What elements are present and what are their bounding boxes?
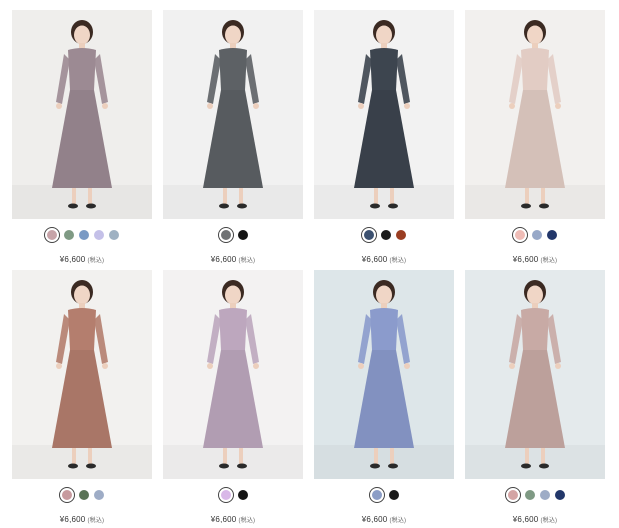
color-swatch[interactable] [554, 490, 565, 500]
color-swatch[interactable] [237, 230, 248, 240]
color-swatches [314, 488, 454, 502]
product-price: ¥6,600 (税込) [12, 515, 152, 524]
color-swatch[interactable] [547, 230, 557, 240]
color-swatch[interactable] [79, 230, 89, 240]
product-image[interactable] [465, 270, 605, 479]
price-amount: ¥6,600 [361, 255, 388, 264]
product-price: ¥6,600 (税込) [12, 255, 152, 264]
product-price: ¥6,600 (税込) [163, 255, 303, 264]
color-swatches [12, 488, 152, 502]
color-swatches [163, 228, 303, 242]
product-image[interactable] [163, 270, 303, 479]
product-image[interactable] [163, 10, 303, 219]
model-photo [12, 10, 152, 219]
price-amount: ¥6,600 [361, 515, 388, 524]
tax-note: (税込) [238, 258, 256, 264]
color-swatch[interactable] [513, 228, 527, 242]
color-swatch[interactable] [109, 230, 119, 240]
model-photo [465, 10, 605, 219]
product-price: ¥6,600 (税込) [465, 515, 605, 524]
product-image[interactable] [314, 270, 454, 479]
price-amount: ¥6,600 [59, 255, 86, 264]
color-swatch[interactable] [237, 490, 248, 500]
color-swatches [465, 488, 605, 502]
price-amount: ¥6,600 [512, 255, 539, 264]
product-grid: ¥6,600 (税込) ¥6,600 (税込) ¥6,600 (税込) ¥6,600 (税込)… [0, 0, 619, 528]
product-image[interactable] [12, 270, 152, 479]
product-image[interactable] [465, 10, 605, 219]
model-photo [163, 270, 303, 479]
color-swatch[interactable] [94, 490, 104, 500]
tax-note: (税込) [87, 258, 105, 264]
color-swatch[interactable] [64, 230, 74, 240]
color-swatch[interactable] [45, 228, 59, 242]
tax-note: (税込) [540, 518, 558, 524]
color-swatch[interactable] [505, 488, 520, 502]
tax-note: (税込) [238, 518, 256, 524]
product-price: ¥6,600 (税込) [465, 255, 605, 264]
model-photo [12, 270, 152, 479]
color-swatch[interactable] [79, 490, 89, 500]
color-swatches [314, 228, 454, 242]
product-price: ¥6,600 (税込) [314, 255, 454, 264]
tax-note: (税込) [540, 258, 558, 264]
product-price: ¥6,600 (税込) [163, 515, 303, 524]
color-swatch[interactable] [524, 490, 535, 500]
color-swatch[interactable] [388, 490, 399, 500]
price-amount: ¥6,600 [210, 515, 237, 524]
model-photo [314, 10, 454, 219]
model-photo [163, 10, 303, 219]
color-swatch[interactable] [539, 490, 550, 500]
color-swatches [12, 228, 152, 242]
price-amount: ¥6,600 [512, 515, 539, 524]
color-swatch[interactable] [381, 230, 391, 240]
product-image[interactable] [12, 10, 152, 219]
color-swatch[interactable] [218, 228, 233, 242]
color-swatch[interactable] [60, 488, 74, 502]
color-swatch[interactable] [362, 228, 376, 242]
price-amount: ¥6,600 [210, 255, 237, 264]
product-image[interactable] [314, 10, 454, 219]
tax-note: (税込) [389, 518, 407, 524]
tax-note: (税込) [389, 258, 407, 264]
color-swatch[interactable] [369, 488, 384, 502]
color-swatch[interactable] [396, 230, 406, 240]
model-photo [314, 270, 454, 479]
color-swatch[interactable] [94, 230, 104, 240]
color-swatches [163, 488, 303, 502]
color-swatch[interactable] [218, 488, 233, 502]
tax-note: (税込) [87, 518, 105, 524]
model-photo [465, 270, 605, 479]
price-amount: ¥6,600 [59, 515, 86, 524]
color-swatches [465, 228, 605, 242]
color-swatch[interactable] [532, 230, 542, 240]
product-price: ¥6,600 (税込) [314, 515, 454, 524]
